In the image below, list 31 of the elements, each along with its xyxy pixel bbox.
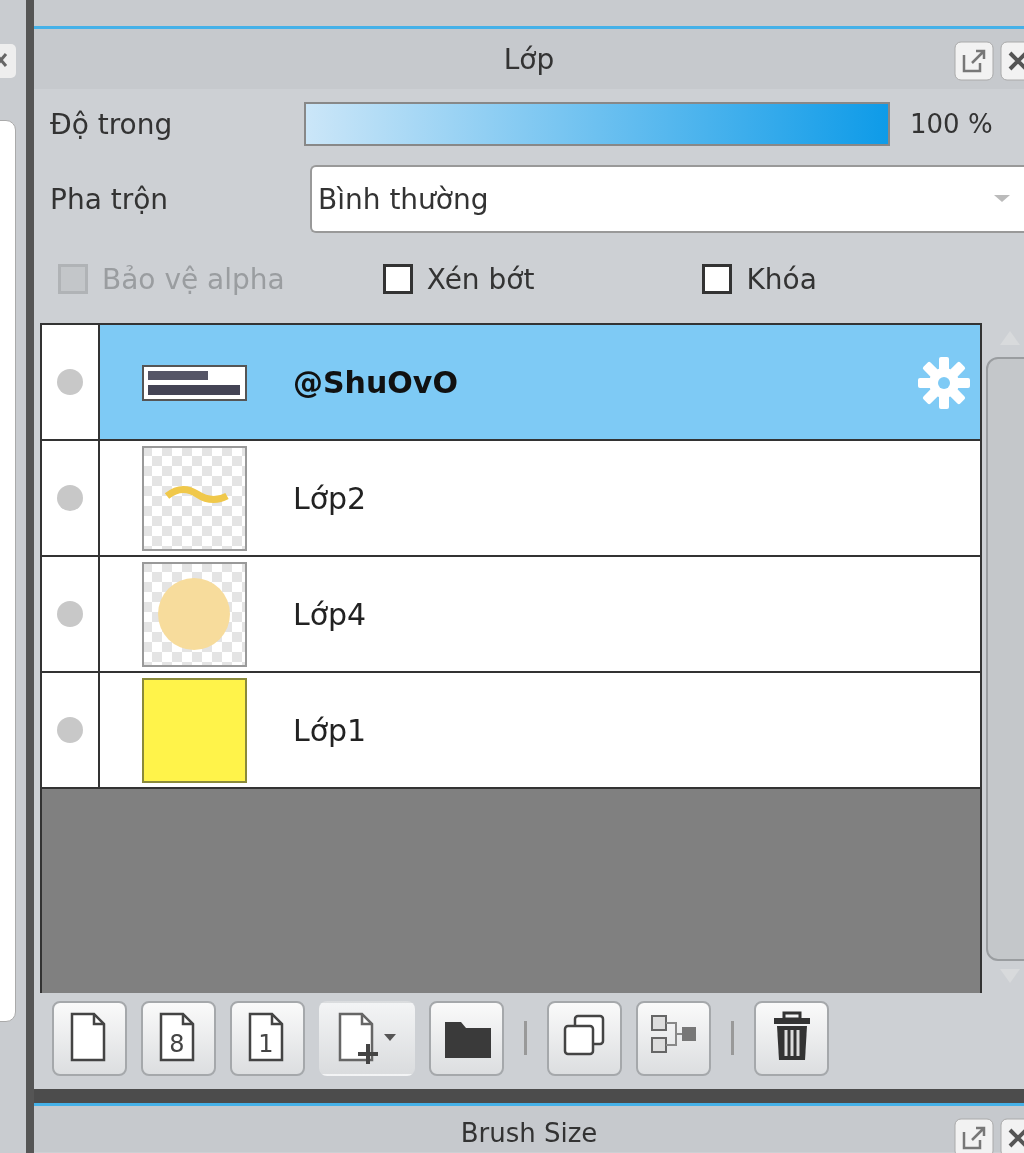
toolbar-button[interactable]	[636, 1000, 711, 1076]
toolbar-button[interactable]	[547, 1000, 622, 1076]
toolbar-button[interactable]: 8	[141, 1000, 216, 1076]
layer-name: @ShuOvO	[293, 364, 458, 400]
toolbar-button[interactable]	[754, 1000, 829, 1076]
pop-out-icon[interactable]	[954, 41, 994, 81]
toolbar-button[interactable]	[429, 1000, 504, 1076]
panel-title: Brush Size	[460, 1117, 598, 1150]
checkbox[interactable]: Xén bớt	[382, 262, 535, 296]
close-icon[interactable]	[1000, 41, 1024, 81]
opacity-label: Độ trong	[50, 107, 174, 141]
panel-title: Lớp	[503, 42, 555, 76]
layer-name: Lớp1	[293, 712, 367, 748]
dropdown-caret-icon	[994, 195, 1010, 203]
visibility-dot[interactable]	[55, 483, 85, 513]
layer-row[interactable]: @ShuOvO	[100, 325, 980, 439]
layer-name: Lớp2	[293, 480, 367, 516]
visibility-dot[interactable]	[55, 715, 85, 745]
close-icon[interactable]	[0, 44, 16, 78]
checkbox[interactable]: Khóa	[702, 262, 817, 296]
add-layer-button[interactable]	[319, 1000, 415, 1076]
toolbar-button[interactable]	[52, 1000, 127, 1076]
scrollbar[interactable]	[986, 357, 1024, 961]
toolbar-button[interactable]: 1	[230, 1000, 305, 1076]
visibility-dot[interactable]	[55, 367, 85, 397]
layer-name: Lớp4	[293, 596, 367, 632]
pop-out-icon[interactable]	[954, 1118, 994, 1153]
blend-dropdown[interactable]: Bình thường	[310, 165, 1024, 233]
blend-label: Pha trộn	[50, 182, 170, 216]
visibility-dot[interactable]	[55, 599, 85, 629]
opacity-value: 100 %	[910, 109, 993, 139]
